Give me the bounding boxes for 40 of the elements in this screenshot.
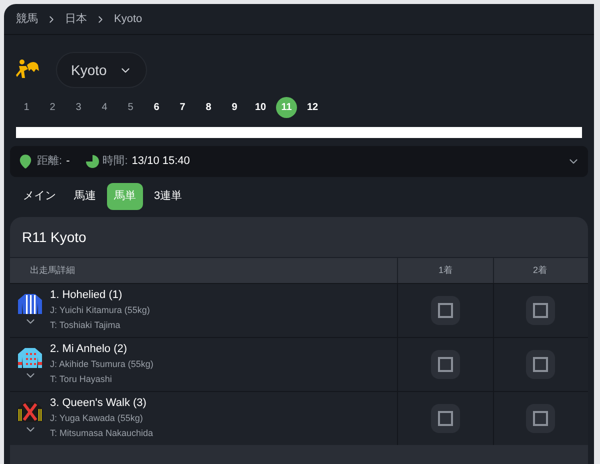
race-number-tab[interactable]: 9 <box>224 97 245 118</box>
race-number-tab[interactable]: 12 <box>302 97 323 118</box>
distance-label: 距離: <box>37 154 62 170</box>
race-number-tab[interactable]: 7 <box>172 97 193 118</box>
checkbox[interactable] <box>532 303 548 318</box>
venue-dropdown[interactable]: Kyoto <box>56 52 147 88</box>
location-pin-icon <box>18 154 33 169</box>
jockey-name: J: Yuga Kawada (55kg) <box>50 412 144 425</box>
horse-rider-icon <box>16 59 40 81</box>
horse-name: 3. Queen's Walk (3) <box>50 396 148 411</box>
jersey-icon <box>17 401 43 423</box>
breadcrumb-link[interactable]: 日本 <box>65 10 87 28</box>
checkbox[interactable] <box>532 357 548 372</box>
race-number-tab[interactable]: 6 <box>146 97 167 118</box>
trainer-name: T: Mitsumasa Nakauchida <box>50 427 154 440</box>
distance-value: - <box>66 154 70 170</box>
time-value: 13/10 15:40 <box>132 154 190 170</box>
column-header: 出走馬詳細 <box>29 264 76 277</box>
bet-type-tab[interactable]: 馬連 <box>67 183 103 210</box>
breadcrumb-link[interactable]: Kyoto <box>114 10 142 28</box>
checkbox[interactable] <box>438 303 453 318</box>
race-number-tab[interactable]: 8 <box>198 97 219 118</box>
jockey-name: J: Akihide Tsumura (55kg) <box>50 358 154 371</box>
checkbox[interactable] <box>438 411 453 426</box>
bet-type-tab[interactable]: 3連単 <box>147 183 190 210</box>
checkbox[interactable] <box>532 411 548 426</box>
time-label: 時間: <box>102 154 128 170</box>
checkbox[interactable] <box>438 357 453 372</box>
horse-name: 2. Mi Anhelo (2) <box>50 342 128 357</box>
jersey-icon <box>17 347 43 369</box>
race-number-tab[interactable]: 10 <box>250 97 271 118</box>
horse-name: 1. Hohelied (1) <box>50 288 124 303</box>
jersey-icon <box>17 293 43 315</box>
bet-type-tab[interactable]: メイン <box>16 183 63 210</box>
jockey-name: J: Yuichi Kitamura (55kg) <box>50 304 150 317</box>
trainer-name: T: Toru Hayashi <box>50 373 113 386</box>
breadcrumb-link[interactable]: 競馬 <box>16 10 38 28</box>
clock-icon <box>86 155 99 168</box>
race-title: R11 Kyoto <box>21 228 88 247</box>
trainer-name: T: Toshiaki Tajima <box>50 319 122 332</box>
